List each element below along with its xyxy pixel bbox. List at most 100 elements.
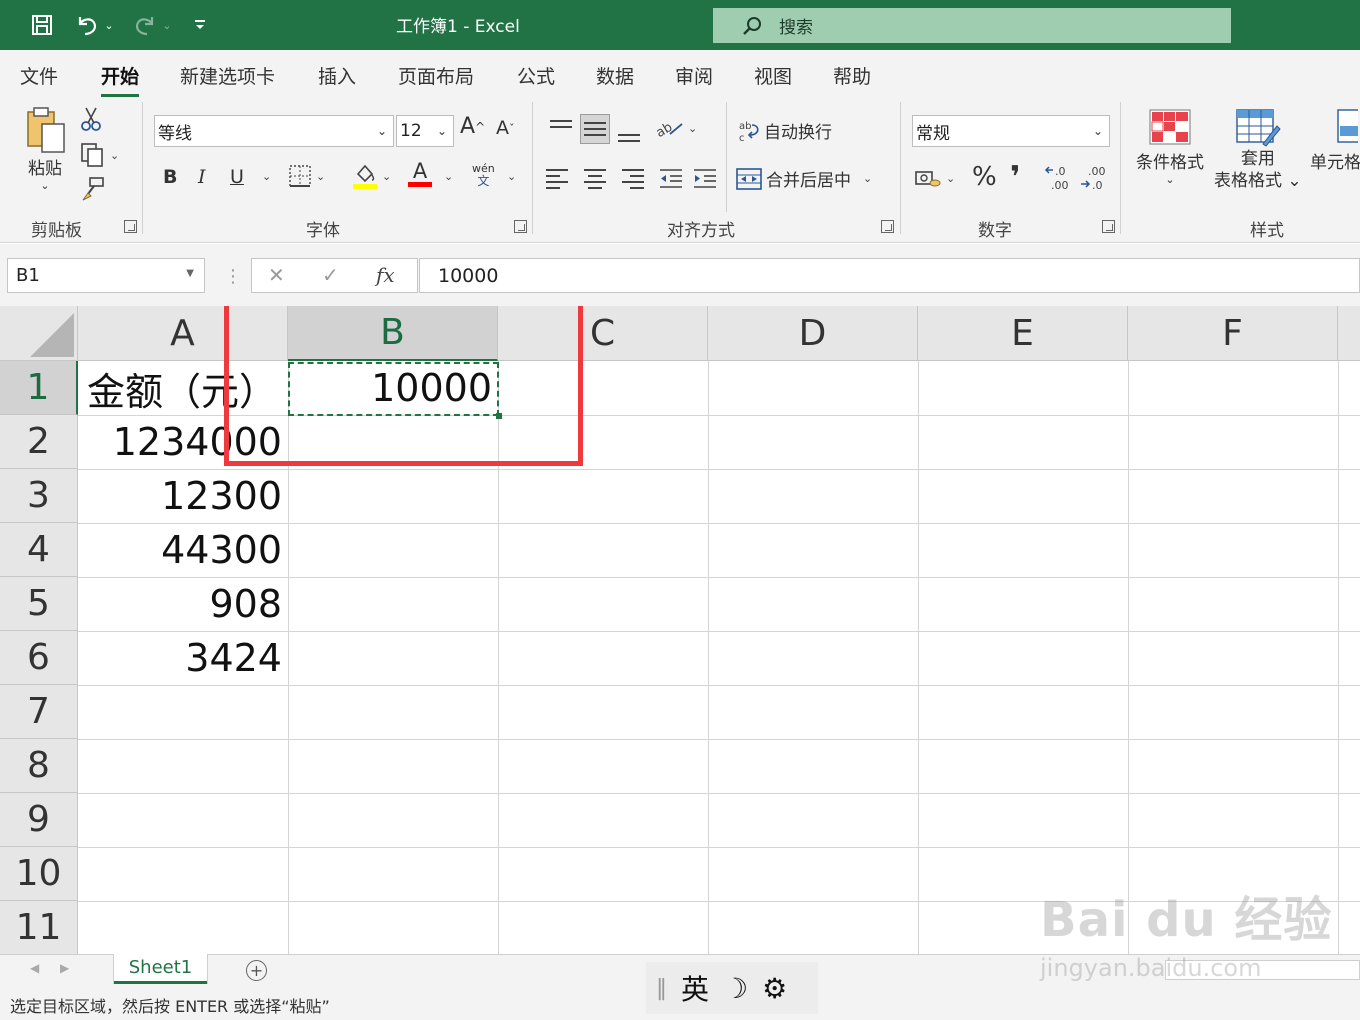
gear-icon[interactable]: ⚙ <box>762 972 787 1005</box>
spreadsheet-grid: A B C D E F 1 2 3 4 5 6 7 8 9 10 11 金额（元… <box>0 306 1360 954</box>
increase-indent-icon[interactable] <box>692 166 718 190</box>
cell-a6[interactable]: 3424 <box>78 631 288 685</box>
tab-view[interactable]: 视图 <box>754 62 792 89</box>
fill-color-icon[interactable]: ⌄ <box>352 162 391 190</box>
number-launcher-icon[interactable] <box>1102 220 1115 233</box>
row-header-6[interactable]: 6 <box>0 631 78 685</box>
align-left-icon[interactable] <box>546 164 576 194</box>
undo-icon[interactable]: ⌄ <box>72 10 116 40</box>
name-box[interactable]: B1 ▼ <box>7 258 205 293</box>
prev-sheet-icon[interactable]: ◀ <box>30 961 39 975</box>
underline-dropdown-icon[interactable]: ⌄ <box>258 170 271 183</box>
increase-font-icon[interactable]: A ^ <box>460 114 485 139</box>
middle-align-icon[interactable] <box>580 114 610 144</box>
underline-button[interactable]: U <box>230 166 244 188</box>
cell-styles-button[interactable]: 单元格 <box>1310 108 1360 173</box>
title-bar: ⌄ ⌄ 工作簿1 - Excel 搜索 <box>0 0 1360 50</box>
accounting-format-icon[interactable]: ⌄ <box>914 166 955 190</box>
chevron-down-icon: ⌄ <box>376 124 387 138</box>
tab-formulas[interactable]: 公式 <box>517 62 555 89</box>
redo-icon[interactable]: ⌄ <box>130 10 174 40</box>
tab-insert[interactable]: 插入 <box>318 62 356 89</box>
tab-help[interactable]: 帮助 <box>833 62 871 89</box>
increase-decimal-icon[interactable]: .0.00 <box>1044 164 1074 192</box>
sheet-tab-sheet1[interactable]: Sheet1 <box>114 954 207 984</box>
horizontal-scrollbar[interactable] <box>1165 960 1360 980</box>
phonetic-guide-icon[interactable]: wén 文 <box>472 162 495 188</box>
alignment-launcher-icon[interactable] <box>881 220 894 233</box>
bottom-align-icon[interactable] <box>614 120 644 150</box>
customize-toolbar-icon[interactable] <box>190 10 210 40</box>
svg-text:.00: .00 <box>1051 179 1069 192</box>
alignment-group-label: 对齐方式 <box>667 221 735 241</box>
formula-bar-grip-icon[interactable]: ⋮ <box>224 266 242 287</box>
comma-style-button[interactable]: ❜ <box>1010 160 1020 195</box>
column-header-d[interactable]: D <box>708 306 918 361</box>
formula-input[interactable]: 10000 <box>419 258 1360 293</box>
cell-a5[interactable]: 908 <box>78 577 288 631</box>
chevron-down-icon: ⌄ <box>1092 124 1103 138</box>
row-header-3[interactable]: 3 <box>0 469 78 523</box>
tab-new-tab[interactable]: 新建选项卡 <box>180 62 275 89</box>
column-header-f[interactable]: F <box>1128 306 1338 361</box>
decrease-decimal-icon[interactable]: .00.0 <box>1080 164 1110 192</box>
cell-a3[interactable]: 12300 <box>78 469 288 523</box>
percent-style-button[interactable]: % <box>972 162 997 192</box>
border-icon[interactable]: ⌄ <box>288 164 325 188</box>
clipboard-launcher-icon[interactable] <box>124 220 137 233</box>
save-icon[interactable] <box>28 10 56 40</box>
copy-icon[interactable]: ⌄ <box>80 142 119 168</box>
row-header-2[interactable]: 2 <box>0 415 78 469</box>
row-header-9[interactable]: 9 <box>0 793 78 847</box>
cancel-icon[interactable]: ✕ <box>268 263 285 287</box>
align-right-icon[interactable] <box>614 164 644 194</box>
moon-icon[interactable]: ☽ <box>723 972 748 1005</box>
tab-page-layout[interactable]: 页面布局 <box>398 62 474 89</box>
row-header-8[interactable]: 8 <box>0 739 78 793</box>
format-as-table-button[interactable]: 套用 表格格式 ⌄ <box>1214 108 1302 192</box>
decrease-indent-icon[interactable] <box>658 166 684 190</box>
add-sheet-icon[interactable]: + <box>246 960 267 981</box>
column-header-g[interactable] <box>1338 306 1360 361</box>
font-color-dropdown-icon[interactable]: ⌄ <box>440 170 453 183</box>
row-header-11[interactable]: 11 <box>0 901 78 954</box>
conditional-formatting-button[interactable]: 条件格式 ⌄ <box>1136 108 1204 186</box>
bold-button[interactable]: B <box>163 166 177 188</box>
row-header-5[interactable]: 5 <box>0 577 78 631</box>
row-header-7[interactable]: 7 <box>0 685 78 739</box>
cut-icon[interactable] <box>80 106 102 132</box>
row-header-10[interactable]: 10 <box>0 847 78 901</box>
font-color-icon[interactable]: A <box>408 160 432 187</box>
wrap-text-button[interactable]: ab c 自动换行 <box>738 118 832 144</box>
align-center-icon[interactable] <box>580 164 610 194</box>
font-launcher-icon[interactable] <box>514 220 527 233</box>
number-format-combo[interactable]: 常规 ⌄ <box>912 115 1110 147</box>
merge-center-button[interactable]: 合并后居中 ⌄ <box>736 166 872 191</box>
ime-language-toggle[interactable]: 英 <box>681 968 709 1008</box>
search-box[interactable]: 搜索 <box>713 8 1231 43</box>
enter-icon[interactable]: ✓ <box>322 263 339 287</box>
conditional-formatting-icon <box>1149 109 1191 145</box>
format-painter-icon[interactable] <box>80 176 106 202</box>
top-align-icon[interactable] <box>546 112 576 142</box>
tab-data[interactable]: 数据 <box>596 62 634 89</box>
orientation-icon[interactable]: ab ⌄ <box>656 116 697 140</box>
cell-a4[interactable]: 44300 <box>78 523 288 577</box>
grip-icon[interactable]: ‖ <box>656 976 667 1001</box>
ribbon: 粘贴 ⌄ ⌄ 剪贴板 等线 ⌄ 12 ⌄ A ^ Aˇ B I U ⌄ ⌄ ⌄ A ⌄… <box>0 98 1360 243</box>
row-header-1[interactable]: 1 <box>0 361 78 415</box>
decrease-font-icon[interactable]: Aˇ <box>496 117 515 139</box>
tab-review[interactable]: 审阅 <box>675 62 713 89</box>
phonetic-dropdown-icon[interactable]: ⌄ <box>503 170 516 183</box>
tab-file[interactable]: 文件 <box>20 62 58 89</box>
italic-button[interactable]: I <box>198 166 206 188</box>
tab-home[interactable]: 开始 <box>101 62 140 97</box>
insert-function-icon[interactable]: fx <box>376 263 395 287</box>
row-header-4[interactable]: 4 <box>0 523 78 577</box>
column-header-e[interactable]: E <box>918 306 1128 361</box>
select-all-button[interactable] <box>0 306 78 361</box>
font-size-combo[interactable]: 12 ⌄ <box>396 115 454 147</box>
next-sheet-icon[interactable]: ▶ <box>60 961 69 975</box>
font-name-combo[interactable]: 等线 ⌄ <box>154 115 394 147</box>
paste-button[interactable]: 粘贴 ⌄ <box>20 106 70 192</box>
